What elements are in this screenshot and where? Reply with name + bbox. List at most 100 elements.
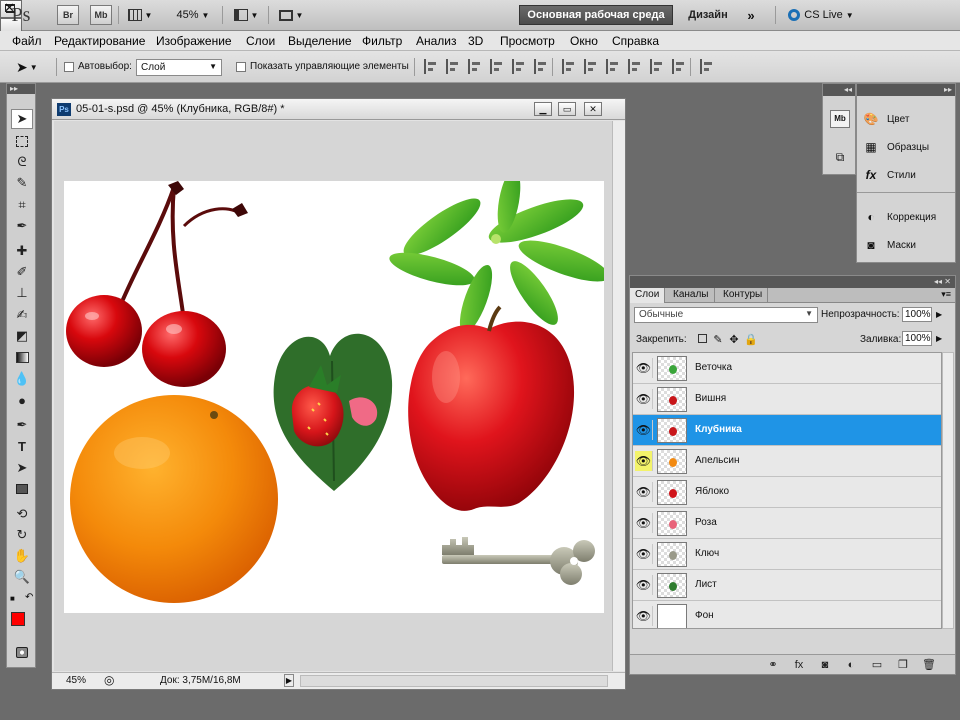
history-panel-button[interactable]: ⧉ bbox=[830, 150, 850, 168]
menu-filter[interactable]: Фильтр bbox=[362, 34, 402, 48]
panel-collapse-handle[interactable]: ▸▸ bbox=[7, 84, 35, 94]
distribute-left-icon[interactable] bbox=[628, 59, 642, 74]
autoselect-target-dropdown[interactable]: Слой ▼ bbox=[136, 59, 222, 76]
distribute-hcenter-icon[interactable] bbox=[650, 59, 664, 74]
align-top-icon[interactable] bbox=[424, 59, 438, 74]
menu-layer[interactable]: Слои bbox=[246, 34, 275, 48]
healing-brush-tool-button[interactable]: ✚ bbox=[11, 241, 33, 261]
menu-view[interactable]: Просмотр bbox=[500, 34, 555, 48]
panel-collapse-handle[interactable]: ▸▸ bbox=[857, 84, 955, 96]
shape-tool-button[interactable] bbox=[11, 479, 33, 499]
trash-icon[interactable]: 🗑 bbox=[922, 658, 936, 672]
eyedropper-tool-button[interactable]: ✒ bbox=[11, 216, 33, 236]
lock-transparency-icon[interactable] bbox=[696, 334, 708, 346]
eye-icon[interactable]: 👁 bbox=[635, 513, 653, 533]
3d-orbit-tool-button[interactable]: ↻ bbox=[11, 525, 33, 545]
show-transform-controls-checkbox[interactable]: Показать управляющие элементы bbox=[236, 61, 409, 72]
swap-colors-icon[interactable]: ↶ bbox=[25, 592, 33, 603]
doc-close-button[interactable]: ✕ bbox=[584, 102, 602, 116]
lock-pixels-icon[interactable]: ✎ bbox=[712, 334, 724, 346]
doc-maximize-button[interactable]: ▭ bbox=[558, 102, 576, 116]
layer-row[interactable]: 👁 Апельсин bbox=[633, 446, 941, 477]
doc-minimize-button[interactable]: ▁ bbox=[534, 102, 552, 116]
layer-row[interactable]: 👁 Ключ bbox=[633, 539, 941, 570]
crop-tool-button[interactable]: ⌗ bbox=[11, 195, 33, 215]
distribute-right-icon[interactable] bbox=[672, 59, 686, 74]
lock-all-icon[interactable]: 🔒 bbox=[744, 334, 758, 346]
layer-row[interactable]: 👁 Яблоко bbox=[633, 477, 941, 508]
brush-tool-button[interactable]: ✐ bbox=[11, 262, 33, 282]
more-workspaces-button[interactable]: » bbox=[740, 5, 762, 25]
opacity-input[interactable]: 100% bbox=[902, 307, 932, 322]
menu-3d[interactable]: 3D bbox=[468, 34, 483, 48]
tab-channels[interactable]: Каналы bbox=[668, 288, 715, 303]
default-colors-icon[interactable]: ■ bbox=[10, 594, 15, 603]
marquee-tool-button[interactable] bbox=[11, 131, 33, 151]
layer-row[interactable]: 👁 Веточка bbox=[633, 353, 941, 384]
clone-stamp-tool-button[interactable]: ⊥ bbox=[11, 283, 33, 303]
distribute-bottom-icon[interactable] bbox=[606, 59, 620, 74]
quick-selection-tool-button[interactable]: ✎ bbox=[11, 173, 33, 193]
cs-live-button[interactable]: CS Live ▼ bbox=[786, 5, 856, 25]
autoselect-checkbox[interactable]: Автовыбор: bbox=[64, 61, 132, 72]
tool-preset-picker[interactable]: ➤ ▼ bbox=[16, 58, 46, 76]
workspace-design-button[interactable]: Дизайн bbox=[684, 5, 732, 25]
history-brush-tool-button[interactable]: ✍ bbox=[11, 305, 33, 325]
adjustments-panel-button[interactable]: ◐ Коррекция bbox=[863, 210, 936, 224]
panel-collapse-handle[interactable]: ◂◂ ✕ bbox=[630, 276, 955, 288]
menu-help[interactable]: Справка bbox=[612, 34, 659, 48]
panel-collapse-handle[interactable]: ◂◂ bbox=[823, 84, 855, 96]
hand-tool-button[interactable]: ✋ bbox=[11, 546, 33, 566]
dodge-tool-button[interactable]: ● bbox=[11, 390, 33, 410]
eye-icon[interactable]: 👁 bbox=[635, 544, 653, 564]
tab-layers[interactable]: Слои bbox=[630, 288, 666, 303]
menu-select[interactable]: Выделение bbox=[288, 34, 352, 48]
move-tool-button[interactable]: ➤ bbox=[11, 109, 33, 129]
blur-tool-button[interactable]: 💧 bbox=[11, 369, 33, 389]
menu-image[interactable]: Изображение bbox=[156, 34, 232, 48]
masks-panel-button[interactable]: ◙ Маски bbox=[863, 238, 916, 252]
layer-row[interactable]: 👁 Вишня bbox=[633, 384, 941, 415]
align-right-icon[interactable] bbox=[534, 59, 548, 74]
blend-mode-dropdown[interactable]: Обычные ▼ bbox=[634, 307, 818, 323]
eraser-tool-button[interactable]: ◩ bbox=[11, 326, 33, 346]
quick-mask-button[interactable] bbox=[11, 642, 33, 662]
auto-align-layers-icon[interactable] bbox=[700, 59, 714, 74]
mini-bridge-panel-button[interactable]: Mb bbox=[830, 110, 850, 128]
swatches-panel-button[interactable]: ▦ Образцы bbox=[863, 140, 929, 154]
menu-edit[interactable]: Редактирование bbox=[54, 34, 145, 48]
styles-panel-button[interactable]: fx Стили bbox=[863, 168, 916, 182]
minibridge-button[interactable]: Mb bbox=[90, 5, 112, 25]
vertical-scrollbar[interactable] bbox=[612, 121, 625, 671]
arrange-documents-button[interactable]: ▼ bbox=[229, 5, 263, 25]
menu-window[interactable]: Окно bbox=[570, 34, 598, 48]
eye-icon[interactable]: 👁 bbox=[635, 451, 653, 471]
horizontal-scrollbar[interactable] bbox=[300, 675, 608, 687]
document-canvas[interactable] bbox=[64, 181, 604, 613]
layers-scrollbar[interactable] bbox=[942, 352, 954, 629]
eye-icon[interactable]: 👁 bbox=[635, 482, 653, 502]
eye-icon[interactable]: 👁 bbox=[635, 606, 653, 626]
fill-input[interactable]: 100% bbox=[902, 331, 932, 346]
workspace-essentials-button[interactable]: Основная рабочая среда bbox=[519, 5, 673, 25]
new-layer-icon[interactable]: ❐ bbox=[896, 658, 910, 672]
gradient-tool-button[interactable] bbox=[11, 347, 33, 367]
type-tool-button[interactable]: T bbox=[11, 436, 33, 456]
eye-icon[interactable]: 👁 bbox=[635, 420, 653, 440]
foreground-color-swatch[interactable] bbox=[11, 612, 25, 626]
status-zoom[interactable]: 45% bbox=[66, 675, 86, 686]
align-hcenter-icon[interactable] bbox=[512, 59, 526, 74]
layer-row[interactable]: 👁 Роза bbox=[633, 508, 941, 539]
distribute-vcenter-icon[interactable] bbox=[584, 59, 598, 74]
opacity-slider-toggle[interactable]: ▶ bbox=[936, 310, 942, 319]
canvas-area[interactable] bbox=[54, 121, 612, 671]
layer-row[interactable]: 👁 Лист bbox=[633, 570, 941, 601]
new-group-icon[interactable]: ▭ bbox=[870, 658, 884, 672]
adjustment-layer-icon[interactable]: ◐ bbox=[844, 658, 858, 672]
3d-rotate-tool-button[interactable]: ⟲ bbox=[11, 504, 33, 524]
eye-icon[interactable]: 👁 bbox=[635, 389, 653, 409]
layer-row[interactable]: 👁 Фон bbox=[633, 601, 941, 628]
link-layers-icon[interactable]: ⚭ bbox=[766, 658, 780, 672]
screen-mode-button[interactable]: ▼ bbox=[274, 5, 308, 25]
fill-slider-toggle[interactable]: ▶ bbox=[936, 334, 942, 343]
